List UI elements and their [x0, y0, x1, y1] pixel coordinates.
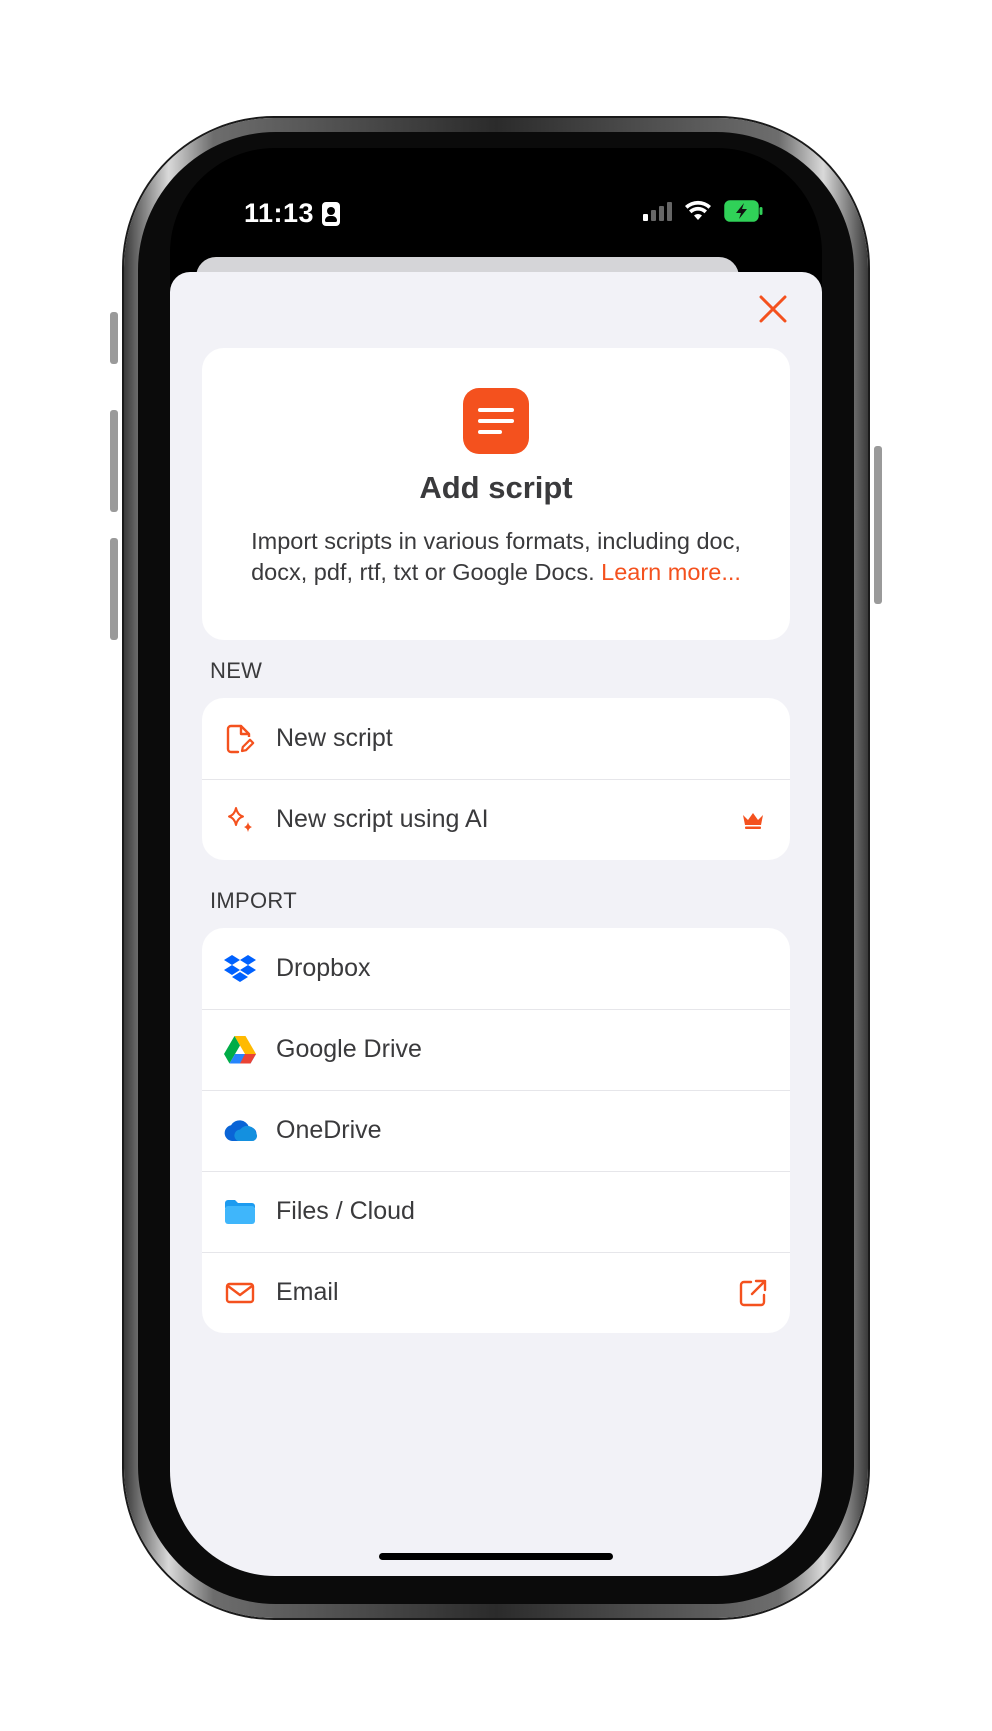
crown-icon [736, 803, 770, 837]
status-indicators [643, 200, 764, 222]
import-email-button[interactable]: Email [202, 1252, 790, 1333]
new-script-label: New script [276, 724, 393, 752]
add-script-sheet: Add script Import scripts in various for… [170, 272, 822, 1576]
import-dropbox-button[interactable]: Dropbox [202, 928, 790, 1009]
google-drive-icon [220, 1030, 260, 1070]
external-link-icon [736, 1276, 770, 1310]
import-google-drive-label: Google Drive [276, 1035, 422, 1063]
import-files-cloud-label: Files / Cloud [276, 1197, 415, 1225]
script-document-icon [463, 388, 529, 454]
silent-switch [110, 312, 118, 364]
import-dropbox-label: Dropbox [276, 954, 371, 982]
page-title: Add script [419, 470, 573, 505]
import-files-cloud-button[interactable]: Files / Cloud [202, 1171, 790, 1252]
import-email-label: Email [276, 1278, 339, 1306]
volume-up-button [110, 410, 118, 512]
contact-card-icon [322, 201, 341, 226]
dropbox-icon [220, 949, 260, 989]
status-time: 11:13 [244, 198, 341, 229]
battery-charging-icon [724, 200, 763, 222]
wifi-icon [685, 200, 711, 220]
learn-more-link[interactable]: Learn more... [601, 559, 741, 585]
import-onedrive-button[interactable]: OneDrive [202, 1090, 790, 1171]
import-onedrive-label: OneDrive [276, 1116, 382, 1144]
new-script-ai-button[interactable]: New script using AI [202, 779, 790, 860]
import-section-card: Dropbox Google Drive OneDrive Files / Cl… [202, 928, 790, 1333]
mail-icon [220, 1273, 260, 1313]
new-script-button[interactable]: New script [202, 698, 790, 779]
volume-down-button [110, 538, 118, 640]
status-time-text: 11:13 [244, 198, 315, 228]
home-indicator[interactable] [379, 1553, 613, 1560]
import-google-drive-button[interactable]: Google Drive [202, 1009, 790, 1090]
power-button [874, 446, 882, 604]
onedrive-icon [220, 1111, 260, 1151]
section-label-new: NEW [210, 658, 263, 683]
new-script-icon [220, 719, 260, 759]
section-label-import: IMPORT [210, 888, 297, 913]
new-script-ai-label: New script using AI [276, 805, 489, 833]
signal-icon [643, 201, 672, 221]
close-icon [759, 295, 787, 323]
sparkle-icon [220, 800, 260, 840]
close-button[interactable] [754, 290, 792, 328]
add-script-card: Add script Import scripts in various for… [202, 348, 790, 640]
stage: 11:13 Add script Import scripts in vario… [0, 0, 992, 1731]
folder-icon [220, 1192, 260, 1232]
hero-description: Import scripts in various formats, inclu… [232, 526, 760, 588]
screen: 11:13 Add script Import scripts in vario… [170, 148, 822, 1576]
new-section-card: New script New script using AI [202, 698, 790, 860]
